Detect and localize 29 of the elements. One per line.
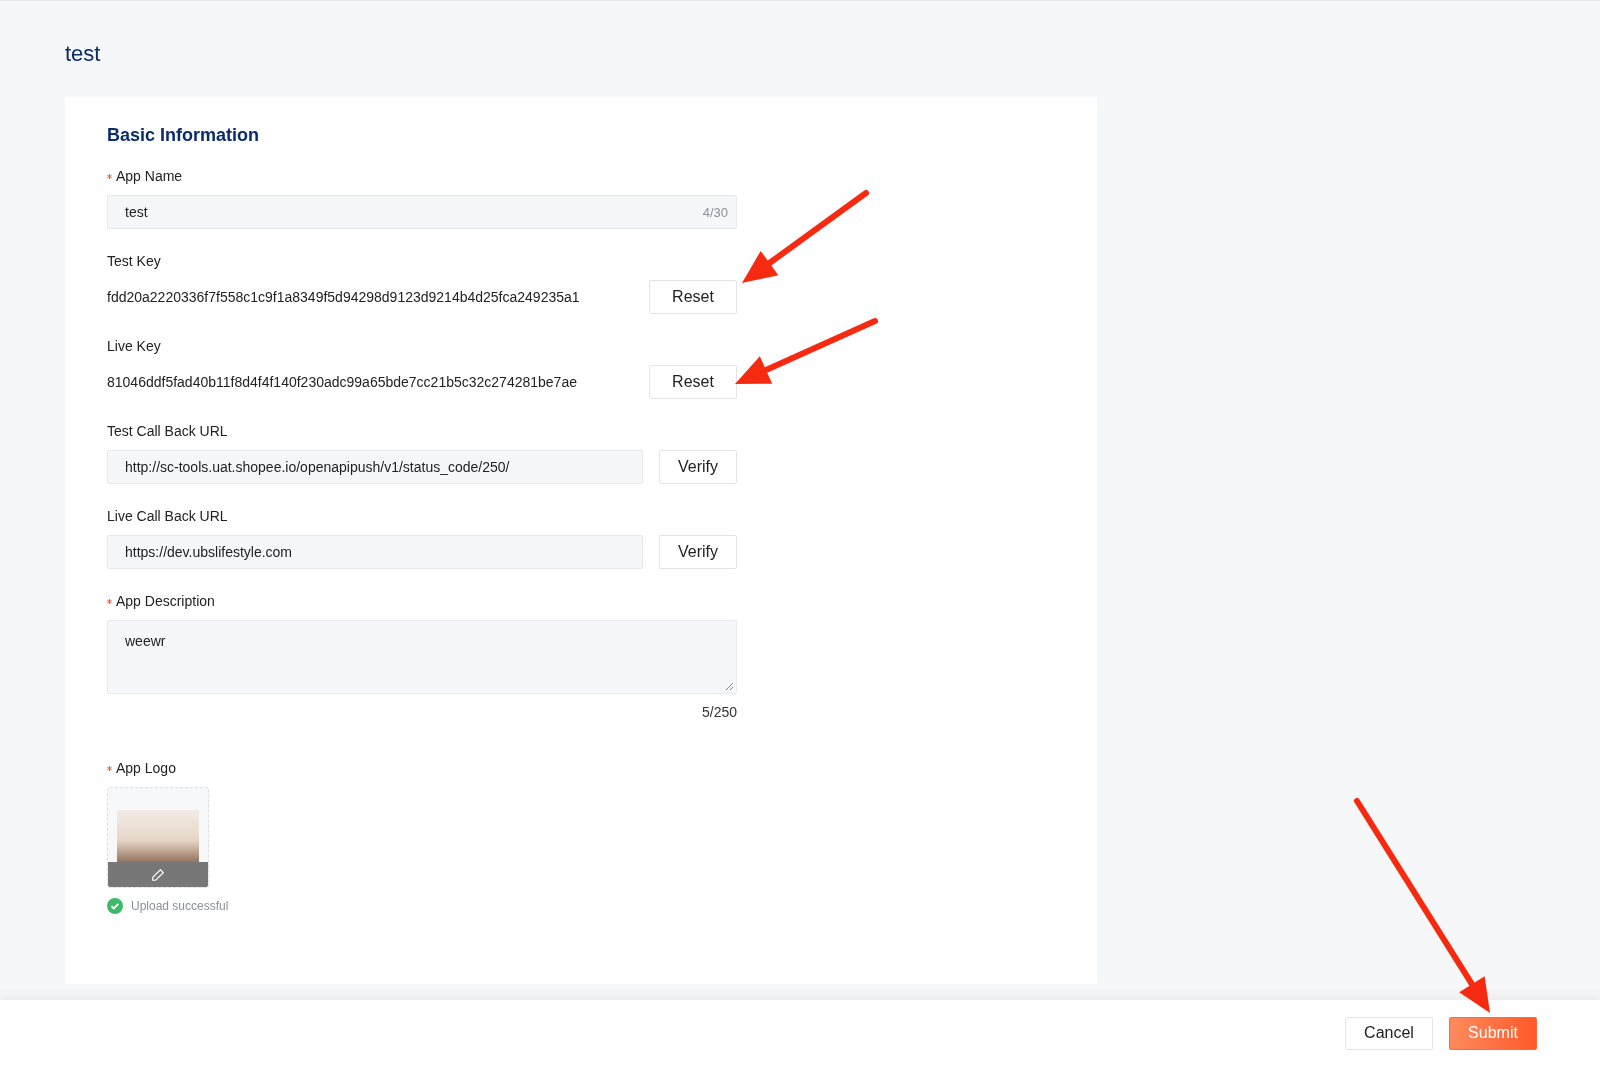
section-title: Basic Information — [107, 125, 261, 146]
field-label: Test Key — [107, 253, 161, 269]
key-text: 81046ddf5fad40b11f8d4f4f140f230adc99a65bde7cc21b5c32c274281be7ae — [107, 374, 578, 390]
character-counter: 5/250 — [700, 704, 737, 720]
key-text: fdd20a2220336f7f558c1c9f1a8349f5d94298d9123d9214b4d25fca249235a1 — [107, 289, 581, 305]
required-icon — [107, 765, 112, 771]
reset-button[interactable]: Reset — [649, 365, 737, 399]
url-field[interactable]: http://sc-tools.uat.shopee.io/openapipush/v1/status_code/250/ — [107, 450, 643, 484]
field-label: App Logo — [116, 760, 176, 776]
check-circle-icon — [107, 898, 123, 914]
url-field[interactable]: https://dev.ubslifestyle.com — [107, 535, 643, 569]
description-field[interactable]: weewr — [107, 620, 737, 694]
field-label: Live Key — [107, 338, 161, 354]
cancel-button[interactable]: Cancel — [1345, 1016, 1433, 1050]
field-label: Test Call Back URL — [107, 423, 228, 439]
pencil-icon — [151, 867, 165, 882]
logo-upload[interactable] — [107, 787, 209, 888]
app-name-field[interactable]: test 4/30 — [107, 195, 737, 229]
verify-button[interactable]: Verify — [659, 450, 737, 484]
field-label: App Description — [116, 593, 215, 609]
field-label: Live Call Back URL — [107, 508, 228, 524]
reset-button[interactable]: Reset — [649, 280, 737, 314]
upload-status: Upload successful — [131, 899, 229, 913]
required-icon — [107, 173, 112, 179]
required-icon — [107, 598, 112, 604]
field-label: App Name — [116, 168, 183, 184]
resize-handle-icon — [725, 682, 733, 690]
verify-button[interactable]: Verify — [659, 535, 737, 569]
page-title: test — [65, 40, 102, 68]
